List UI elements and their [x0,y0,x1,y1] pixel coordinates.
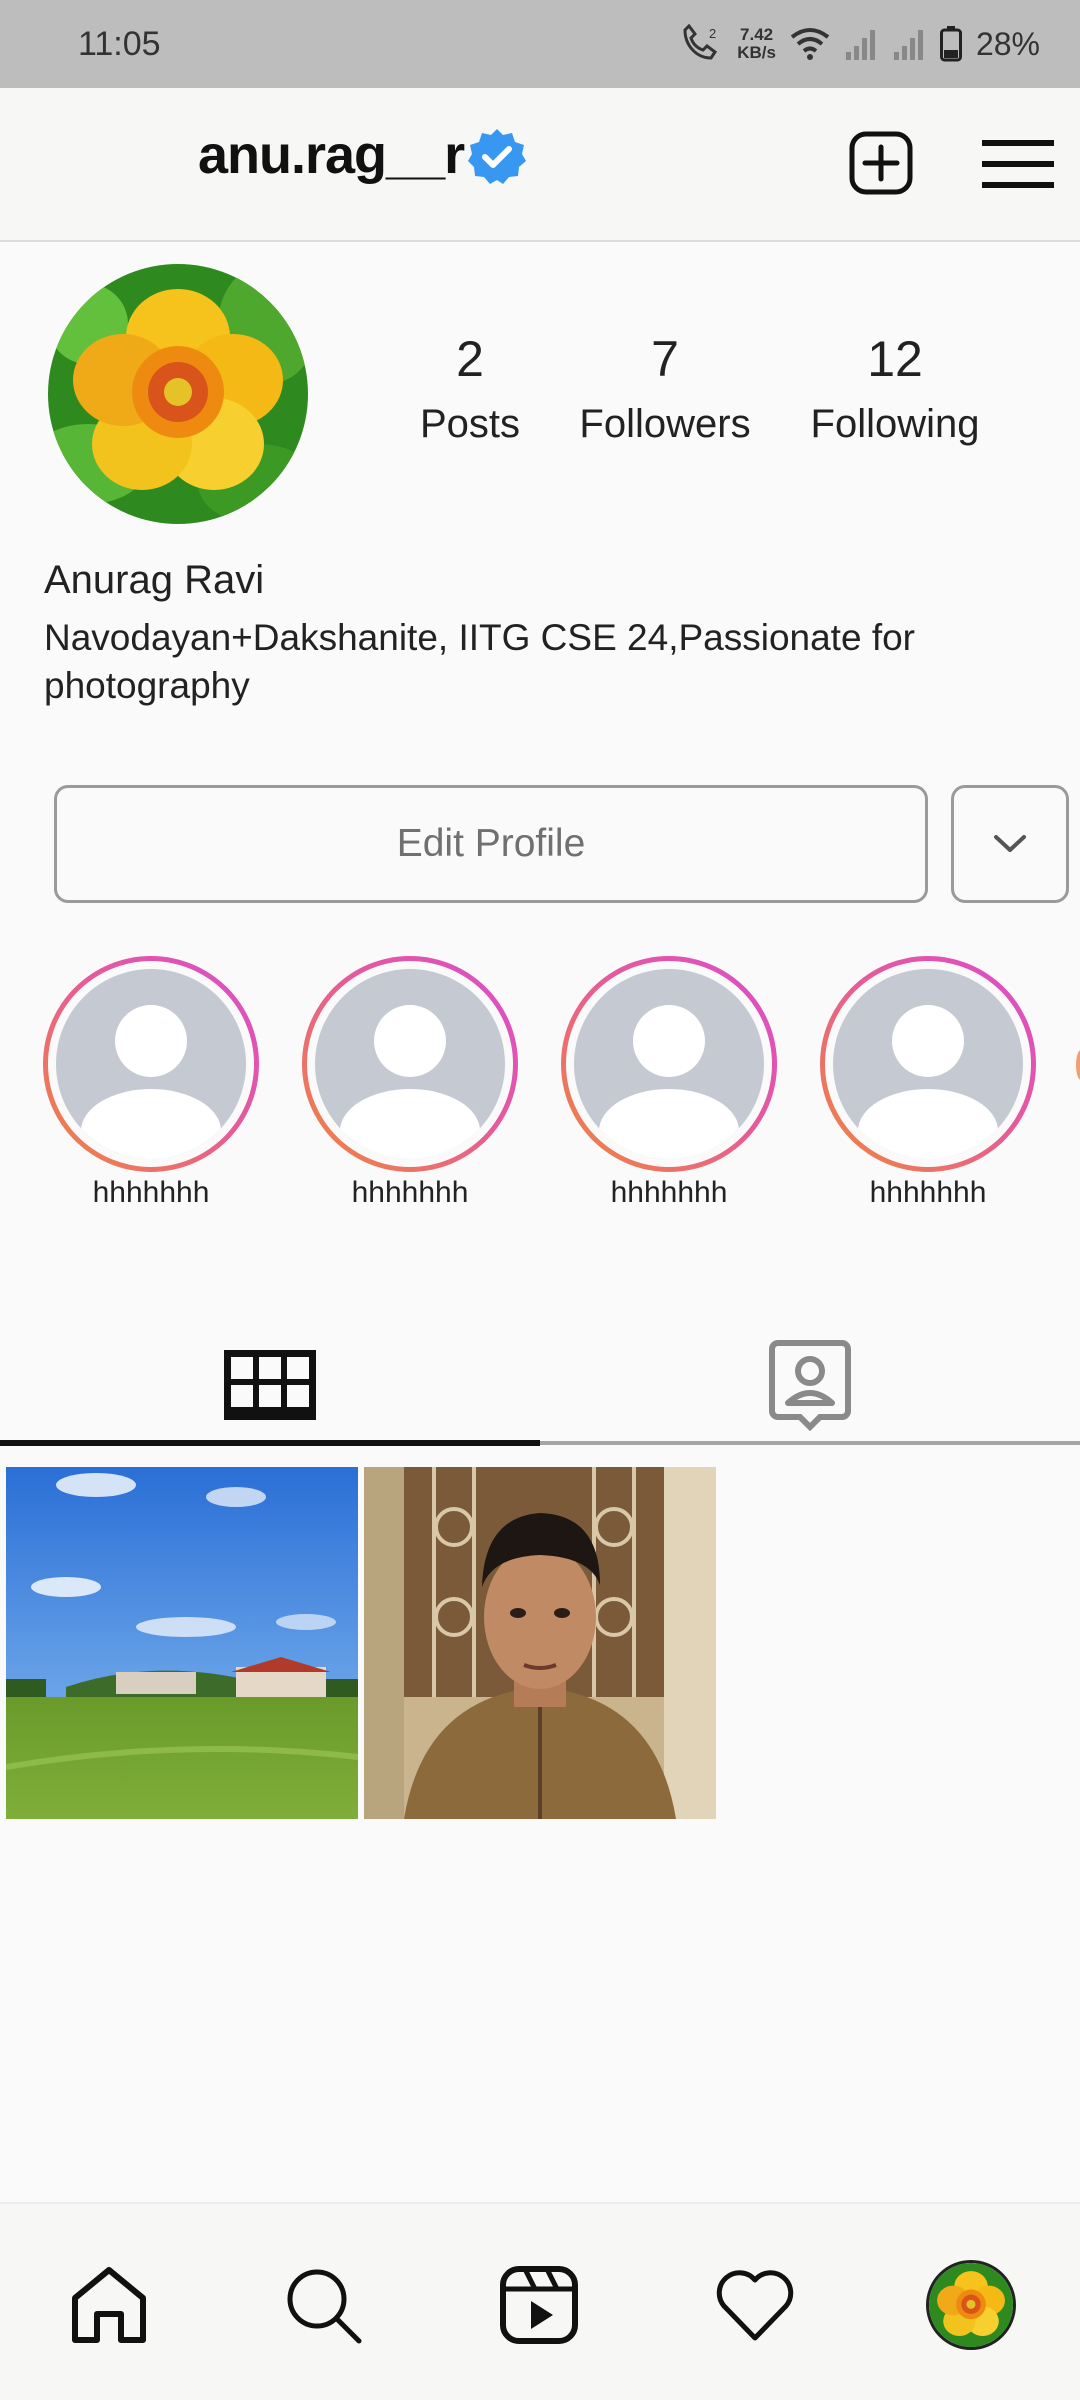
campus-photo [6,1467,358,1819]
post-thumbnail[interactable] [6,1467,358,1819]
active-tab-indicator [0,1440,540,1446]
highlight-label: hhhhhhh [92,1176,210,1209]
story-highlight[interactable]: hhhhhhh [302,956,518,1210]
profile-avatar[interactable] [48,264,308,524]
following-label: Following [810,402,980,446]
posts-count: 2 [456,331,484,387]
followers-label: Followers [579,402,751,446]
story-highlight[interactable]: hhhhhhh [561,956,777,1210]
posts-stat[interactable]: 2 Posts [400,330,540,447]
followers-stat[interactable]: 7 Followers [560,330,770,447]
posts-label: Posts [419,402,521,446]
tagged-icon [769,1340,851,1431]
home-icon [72,2267,146,2343]
signal-icon [845,30,875,60]
nav-search[interactable] [278,2260,368,2350]
new-post-icon[interactable] [848,130,914,196]
nav-activity[interactable] [710,2260,800,2350]
highlight-label: hhhhhhh [869,1176,987,1209]
story-highlight[interactable]: hhhhhhh [820,956,1036,1210]
default-avatar-icon [315,969,505,1159]
tab-tagged[interactable] [540,1320,1080,1450]
following-count: 12 [867,331,923,387]
status-bar: 11:05 2 7.42 KB/s 28% [0,0,1080,88]
tab-posts-grid[interactable] [0,1320,540,1450]
grid-icon [224,1350,316,1420]
nav-reels[interactable] [494,2260,584,2350]
nav-home[interactable] [64,2260,154,2350]
username[interactable]: anu.rag__r [198,124,465,186]
profile-header: anu.rag__r [0,88,1080,242]
menu-icon[interactable] [980,138,1056,190]
highlight-label: hhhhhhh [351,1176,469,1209]
profile-avatar [926,2260,1016,2350]
highlight-ring [43,956,259,1172]
reels-icon [500,2266,578,2344]
net-speed-unit: KB/s [737,43,776,62]
followers-count: 7 [651,331,679,387]
status-icons: 2 7.42 KB/s 28% [677,24,1040,64]
full-name: Anurag Ravi [44,558,265,602]
heart-icon [716,2270,794,2341]
search-icon [287,2269,362,2344]
edit-profile-button[interactable]: Edit Profile [54,785,928,903]
battery-level: 28% [975,25,1040,62]
default-avatar-icon [574,969,764,1159]
nav-profile[interactable] [926,2260,1016,2350]
volte-call-icon: 2 [683,24,718,60]
chevron-down-icon [994,835,1026,852]
post-thumbnail[interactable] [364,1467,716,1819]
signal-icon [893,30,923,60]
bio: Navodayan+Dakshanite, IITG CSE 24,Passio… [44,617,915,706]
status-time: 11:05 [78,24,161,63]
story-highlight[interactable]: hhhhhhh [43,956,259,1210]
verified-badge-icon [468,129,526,184]
svg-text:2: 2 [709,26,716,41]
suggested-accounts-button[interactable] [951,785,1069,903]
highlight-ring [561,956,777,1172]
portrait-photo [364,1467,716,1819]
tab-divider [540,1441,1080,1445]
flower-photo [48,264,308,524]
wifi-icon [790,28,830,60]
default-avatar-icon [56,969,246,1159]
bottom-navigation [0,2202,1080,2400]
highlight-label: hhhhhhh [610,1176,728,1209]
net-speed: 7.42 KB/s [737,26,776,62]
highlight-peek [1076,1050,1080,1080]
net-speed-value: 7.42 [740,25,774,44]
highlight-ring [302,956,518,1172]
following-stat[interactable]: 12 Following [790,330,1000,447]
default-avatar-icon [833,969,1023,1159]
highlight-ring [820,956,1036,1172]
battery-icon [939,26,962,62]
